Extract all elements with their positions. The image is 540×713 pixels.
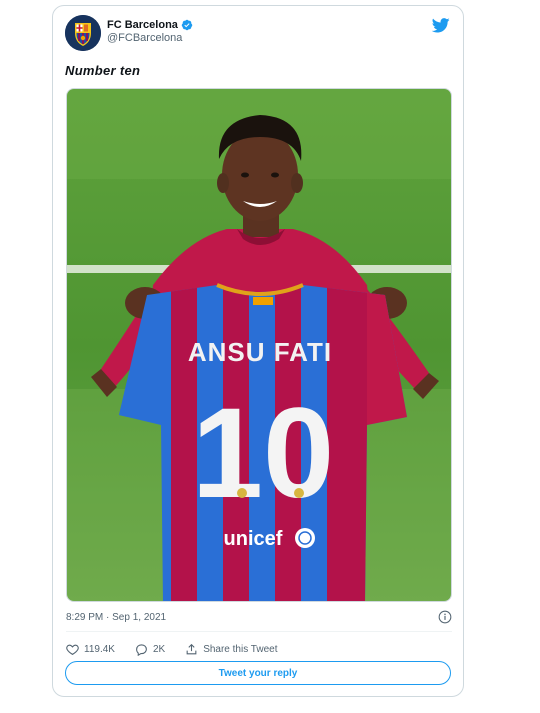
heart-icon bbox=[66, 644, 79, 655]
jersey-sponsor-text: unicef bbox=[224, 528, 283, 550]
jersey-name-text: ANSU FATI bbox=[188, 337, 332, 367]
like-button[interactable]: 119.4K bbox=[66, 643, 115, 656]
reply-button[interactable]: 2K bbox=[135, 643, 165, 656]
avatar[interactable] bbox=[65, 15, 101, 51]
share-label: Share this Tweet bbox=[203, 643, 278, 655]
jersey-number-text: 10 bbox=[192, 382, 334, 525]
author-handle[interactable]: @FCBarcelona bbox=[107, 32, 193, 44]
tweet-meta: 8:29 PM · Sep 1, 2021 bbox=[66, 610, 452, 626]
twitter-logo-icon[interactable] bbox=[432, 18, 450, 33]
share-icon bbox=[186, 643, 197, 654]
reply-count: 2K bbox=[152, 643, 166, 655]
player-holding-jersey-image: ANSU FATI 10 unicef bbox=[67, 89, 451, 601]
tweet-your-reply-button[interactable]: Tweet your reply bbox=[65, 661, 451, 685]
tweet-timestamp[interactable]: 8:29 PM · Sep 1, 2021 bbox=[66, 612, 166, 623]
author-name[interactable]: FC Barcelona bbox=[107, 19, 178, 31]
tweet-card: FC Barcelona @FCBarcelona Number ten ANS… bbox=[52, 5, 464, 697]
share-button[interactable]: Share this Tweet bbox=[185, 643, 278, 656]
info-icon[interactable] bbox=[438, 610, 452, 624]
tweet-actions: 119.4K 2K Share this Tweet bbox=[66, 641, 298, 657]
tweet-text: Number ten bbox=[65, 63, 141, 78]
like-count: 119.4K bbox=[84, 643, 115, 655]
tweet-photo[interactable]: ANSU FATI 10 unicef bbox=[66, 88, 452, 602]
fc-barcelona-crest-icon bbox=[65, 15, 101, 51]
author-block[interactable]: FC Barcelona @FCBarcelona bbox=[107, 19, 193, 44]
verified-badge-icon bbox=[181, 19, 193, 31]
divider bbox=[66, 631, 452, 632]
comment-bubble-icon bbox=[136, 643, 147, 656]
